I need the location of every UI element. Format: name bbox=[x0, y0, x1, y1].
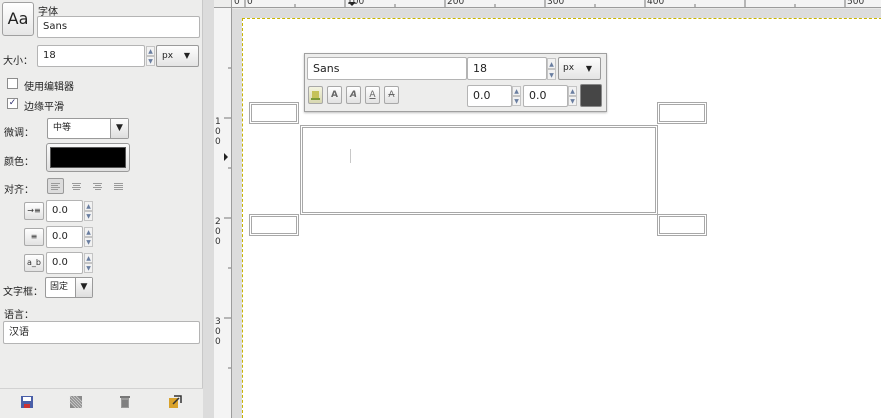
underline-button[interactable]: A bbox=[365, 86, 380, 104]
restore-icon[interactable] bbox=[69, 395, 83, 409]
ruler-tick: 300 bbox=[215, 317, 221, 347]
bold-icon: A bbox=[331, 90, 338, 100]
ruler-tick: 400 bbox=[647, 0, 665, 7]
text-cursor bbox=[350, 149, 351, 163]
indent-icon: →≡ bbox=[24, 202, 44, 220]
line-spacing-input[interactable]: 0.0 bbox=[46, 226, 83, 248]
text-style-toolbar: Sans 18 ▲ ▼ px ▼ A A A A 0.0 ▲ ▼ 0.0 ▲ ▼ bbox=[304, 53, 607, 112]
canvas-area[interactable]: Sans 18 ▲ ▼ px ▼ A A A A 0.0 ▲ ▼ 0.0 ▲ ▼ bbox=[232, 9, 881, 418]
ruler-tick: 100 bbox=[347, 0, 365, 7]
eraser-icon bbox=[311, 91, 320, 100]
vertical-ruler: 100 200 300 bbox=[214, 8, 232, 418]
resize-handle-top-left[interactable] bbox=[249, 102, 299, 124]
strikethrough-button[interactable]: A bbox=[384, 86, 399, 104]
language-label: 语言： bbox=[4, 310, 34, 321]
chevron-down-icon: ▼ bbox=[110, 119, 128, 138]
box-mode-value: 固定 bbox=[50, 282, 69, 292]
antialias-label: 边缘平滑 bbox=[24, 102, 64, 113]
kerning-increment-button[interactable]: ▲ bbox=[568, 86, 577, 96]
color-button[interactable] bbox=[46, 143, 130, 172]
size-decrement-button[interactable]: ▼ bbox=[146, 56, 155, 66]
resize-handle-bottom-right[interactable] bbox=[657, 214, 707, 236]
kerning-input[interactable]: 0.0 bbox=[523, 85, 568, 107]
use-editor-checkbox[interactable] bbox=[7, 78, 18, 89]
chevron-down-icon: ▼ bbox=[585, 64, 592, 73]
use-editor-label: 使用编辑器 bbox=[24, 82, 74, 93]
letter-spacing-decrement-button[interactable]: ▼ bbox=[84, 263, 93, 273]
language-input[interactable]: 汉语 bbox=[3, 321, 200, 344]
indent-input[interactable]: 0.0 bbox=[46, 200, 83, 222]
line-spacing-decrement-button[interactable]: ▼ bbox=[84, 237, 93, 247]
toolbar-unit-select[interactable]: px ▼ bbox=[558, 57, 601, 80]
hinting-value: 中等 bbox=[53, 123, 72, 133]
align-fill-button[interactable] bbox=[110, 178, 127, 194]
indent-increment-button[interactable]: ▲ bbox=[84, 201, 93, 211]
unit-select[interactable]: px ▼ bbox=[156, 45, 199, 67]
ruler-tick: 300 bbox=[547, 0, 565, 7]
line-spacing-increment-button[interactable]: ▲ bbox=[84, 227, 93, 237]
clear-style-button[interactable] bbox=[308, 86, 323, 104]
ruler-tick: 200 bbox=[447, 0, 465, 7]
line-spacing-icon: ≡ bbox=[24, 228, 44, 246]
toolbar-size-input[interactable]: 18 bbox=[467, 57, 547, 80]
toolbar-size-increment-button[interactable]: ▲ bbox=[547, 58, 556, 69]
letter-spacing-input[interactable]: 0.0 bbox=[46, 252, 83, 274]
toolbar-unit-value: px bbox=[563, 63, 575, 73]
underline-icon: A bbox=[369, 90, 376, 100]
ruler-tick: 200 bbox=[215, 217, 221, 247]
unit-value: px bbox=[162, 51, 174, 61]
letter-spacing-increment-button[interactable]: ▲ bbox=[84, 253, 93, 263]
align-left-button[interactable] bbox=[47, 178, 64, 194]
box-label: 文字框： bbox=[3, 287, 43, 298]
box-mode-select[interactable]: 固定 ▼ bbox=[45, 277, 93, 298]
toolbar-size-decrement-button[interactable]: ▼ bbox=[547, 69, 556, 80]
horizontal-ruler: 0 0 100 200 300 400 500 bbox=[232, 0, 881, 8]
justify-label: 对齐： bbox=[4, 185, 34, 196]
font-preview-glyph: Aa bbox=[7, 9, 29, 28]
kerning-decrement-button[interactable]: ▼ bbox=[568, 96, 577, 106]
toolbar-color-button[interactable] bbox=[580, 84, 602, 107]
ruler-tick: 500 bbox=[847, 0, 865, 7]
ruler-tick: 0 bbox=[247, 0, 253, 7]
font-input[interactable]: Sans bbox=[37, 16, 200, 38]
resize-handle-bottom-left[interactable] bbox=[249, 214, 299, 236]
size-increment-button[interactable]: ▲ bbox=[146, 46, 155, 56]
hinting-select[interactable]: 中等 ▼ bbox=[47, 118, 129, 139]
delete-icon[interactable] bbox=[118, 395, 132, 409]
color-label: 颜色： bbox=[4, 157, 34, 168]
bold-button[interactable]: A bbox=[327, 86, 342, 104]
ruler-tick: 100 bbox=[215, 117, 221, 147]
text-box-frame[interactable] bbox=[300, 125, 658, 215]
letter-spacing-icon: a_b bbox=[24, 254, 44, 272]
hinting-label: 微调： bbox=[4, 128, 34, 139]
reset-icon[interactable] bbox=[168, 395, 182, 409]
size-input[interactable]: 18 bbox=[37, 45, 145, 67]
color-swatch bbox=[50, 147, 126, 168]
letter-spacing-icon-text: a_b bbox=[27, 258, 41, 267]
toolbar-font-input[interactable]: Sans bbox=[307, 57, 467, 80]
align-right-button[interactable] bbox=[68, 178, 85, 194]
italic-button[interactable]: A bbox=[346, 86, 361, 104]
baseline-decrement-button[interactable]: ▼ bbox=[512, 96, 521, 106]
save-icon[interactable] bbox=[20, 395, 34, 409]
italic-icon: A bbox=[350, 90, 357, 100]
antialias-checkbox[interactable]: ✓ bbox=[7, 98, 18, 109]
align-center-button[interactable] bbox=[89, 178, 106, 194]
tool-options-panel: Aa 字体 Sans 大小： 18 ▲ ▼ px ▼ 使用编辑器 ✓ 边缘平滑 … bbox=[0, 0, 203, 418]
resize-handle-top-right[interactable] bbox=[657, 102, 707, 124]
bottom-toolbar bbox=[0, 388, 203, 418]
baseline-increment-button[interactable]: ▲ bbox=[512, 86, 521, 96]
chevron-down-icon: ▼ bbox=[75, 278, 92, 297]
size-label: 大小： bbox=[3, 56, 33, 67]
strikethrough-icon: A bbox=[388, 90, 395, 100]
font-preview-button[interactable]: Aa bbox=[2, 2, 34, 36]
panel-splitter[interactable] bbox=[203, 0, 214, 418]
ruler-corner bbox=[214, 0, 232, 8]
indent-decrement-button[interactable]: ▼ bbox=[84, 211, 93, 221]
baseline-input[interactable]: 0.0 bbox=[467, 85, 512, 107]
chevron-down-icon: ▼ bbox=[183, 51, 190, 60]
